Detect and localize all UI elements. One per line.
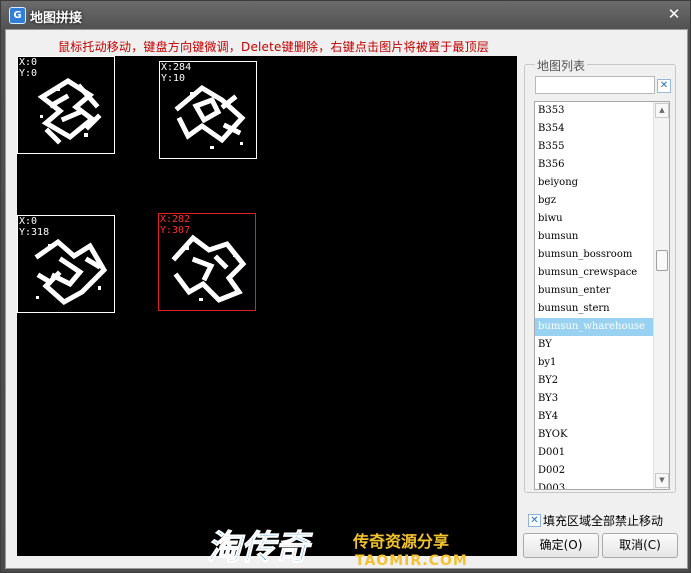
map-list-item[interactable]: BY3 (535, 390, 653, 408)
ok-button[interactable]: 确定(O) (523, 533, 599, 558)
map-listbox[interactable]: B353 B354 B355 B356 beiyong bgz biwu bumsun bums… (534, 101, 670, 490)
map-tile[interactable]: X:284 Y:10 (159, 61, 257, 159)
cancel-button[interactable]: 取消(C) (602, 533, 678, 558)
map-list-item[interactable]: bumsun_crewspace (535, 264, 653, 282)
map-list-item[interactable]: D002 (535, 462, 653, 480)
svg-text:淘传奇: 淘传奇 (207, 528, 313, 568)
lock-fill-checkbox[interactable]: ✕ (528, 514, 541, 527)
dialog-body: 鼠标托动移动，键盘方向键微调，Delete键删除，右键点击图片将被置于最顶层 X… (5, 29, 688, 569)
tile-coord-x: X:0 (19, 57, 38, 68)
scroll-up-icon[interactable]: ▲ (655, 103, 669, 118)
tile-coord-x: X:282 (160, 214, 191, 225)
map-list-item[interactable]: biwu (535, 210, 653, 228)
map-list-item[interactable]: BYOK (535, 426, 653, 444)
close-icon[interactable]: ✕ (666, 6, 682, 22)
map-search-input[interactable] (535, 76, 655, 94)
map-list-item[interactable]: bumsun_bossroom (535, 246, 653, 264)
window-title: 地图拼接 (30, 11, 83, 26)
instruction-hint: 鼠标托动移动，键盘方向键微调，Delete键删除，右键点击图片将被置于最顶层 (58, 40, 490, 54)
tile-coord-y: Y:307 (160, 225, 191, 236)
map-list-item[interactable]: BY (535, 336, 653, 354)
map-list-item[interactable]: bumsun (535, 228, 653, 246)
map-list-item[interactable]: B353 (535, 102, 653, 120)
map-list-item[interactable]: D001 (535, 444, 653, 462)
tile-coord-y: Y:318 (19, 227, 50, 238)
map-list-item[interactable]: B354 (535, 120, 653, 138)
map-tile[interactable]: X:0 Y:318 (17, 215, 115, 313)
tile-coord-x: X:284 (161, 62, 192, 73)
map-tile[interactable]: X:0 Y:0 (17, 56, 115, 154)
title-bar[interactable]: G 地图拼接 ✕ (1, 1, 690, 29)
map-list-item[interactable]: bumsun_stern (535, 300, 653, 318)
scrollbar-thumb[interactable] (656, 250, 668, 271)
app-logo-icon: G (9, 7, 26, 24)
map-list-items: B353 B354 B355 B356 beiyong bgz biwu bumsun bums… (535, 102, 653, 489)
map-list-item[interactable]: by1 (535, 354, 653, 372)
tile-coord-y: Y:10 (161, 73, 186, 84)
map-list-title: 地图列表 (535, 57, 588, 74)
map-list-item[interactable]: BY4 (535, 408, 653, 426)
lock-fill-label: 填充区域全部禁止移动 (543, 514, 664, 528)
clear-search-icon[interactable]: ✕ (657, 79, 671, 93)
stitch-canvas[interactable]: X:0 Y:0 X:284 Y:10 X:0 Y:318 X:282 Y:307 (17, 56, 517, 556)
map-tile-selected[interactable]: X:282 Y:307 (158, 213, 256, 311)
taomir-watermark-logo: 淘传奇 传奇资源分享 TAOMIR.COM (207, 528, 468, 570)
scroll-down-icon[interactable]: ▼ (655, 473, 669, 488)
map-list-item[interactable]: bgz (535, 192, 653, 210)
map-list-item[interactable]: bumsun_wharehouse (535, 318, 653, 336)
tile-coord-x: X:0 (19, 216, 38, 227)
map-list-item[interactable]: bumsun_enter (535, 282, 653, 300)
map-list-group: 地图列表 ✕ B353 B354 B355 B356 beiyong bgz biwu bum… (524, 57, 676, 493)
map-list-item[interactable]: B356 (535, 156, 653, 174)
svg-text:TAOMIR.COM: TAOMIR.COM (355, 553, 468, 569)
map-stitch-window: G 地图拼接 ✕ 鼠标托动移动，键盘方向键微调，Delete键删除，右键点击图片… (0, 0, 691, 573)
tile-coord-y: Y:0 (19, 68, 38, 79)
list-scrollbar[interactable]: ▲ ▼ (653, 102, 669, 489)
map-list-item[interactable]: D003 (535, 480, 653, 489)
map-list-item[interactable]: B355 (535, 138, 653, 156)
svg-text:传奇资源分享: 传奇资源分享 (352, 532, 449, 551)
map-list-item[interactable]: beiyong (535, 174, 653, 192)
map-list-item[interactable]: BY2 (535, 372, 653, 390)
